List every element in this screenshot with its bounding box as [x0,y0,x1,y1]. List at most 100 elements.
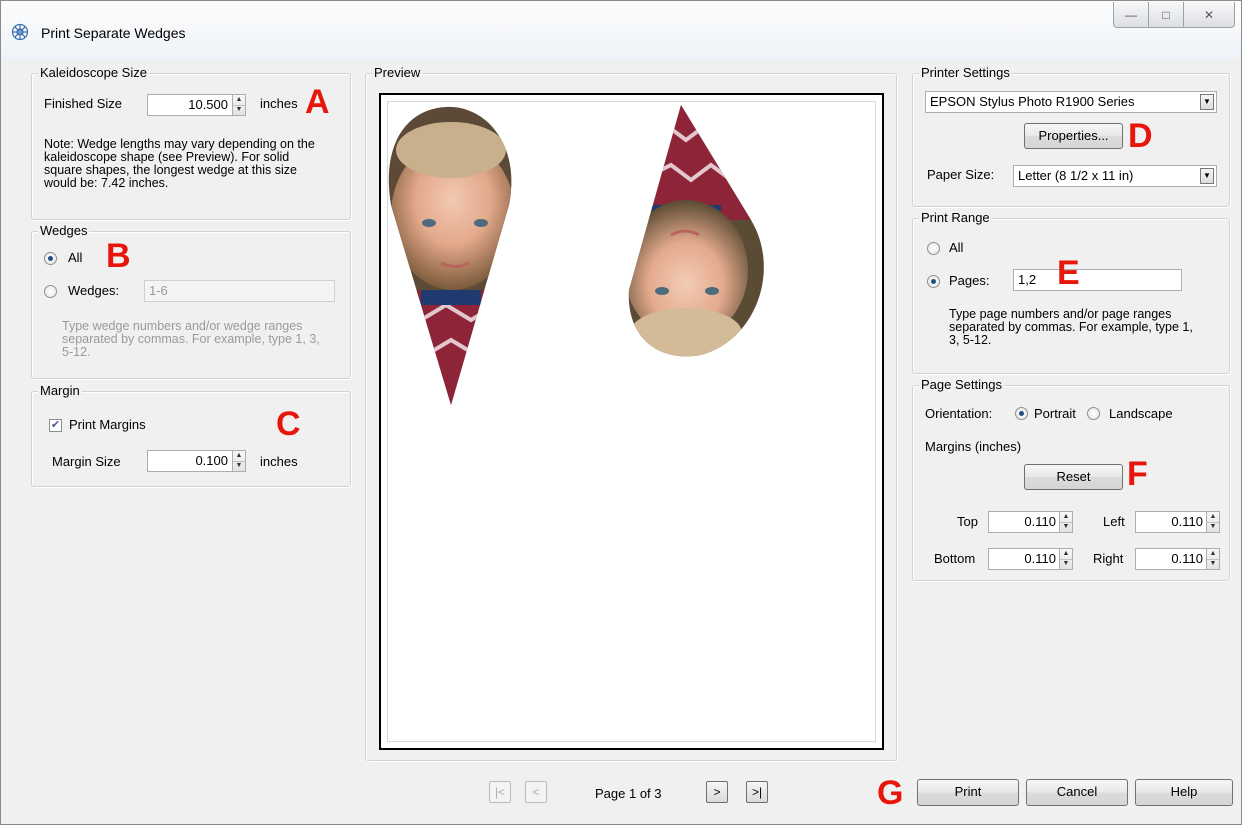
finished-size-input[interactable]: 10.500 [147,94,233,116]
wedges-all-label[interactable]: All [68,250,82,265]
last-page-button[interactable]: >| [746,781,768,803]
previous-page-button[interactable]: < [525,781,547,803]
margin-size-input[interactable]: 0.100 [147,450,233,472]
margin-group: Margin ✔ Print Margins Margin Size 0.100… [31,383,351,487]
next-page-button[interactable]: > [706,781,728,803]
print-margins-label[interactable]: Print Margins [69,417,146,432]
paper-size-label: Paper Size: [927,167,995,182]
print-range-legend: Print Range [919,210,992,225]
page-indicator: Page 1 of 3 [595,786,662,801]
title-bar: Print Separate Wedges — □ ✕ [1,1,1241,61]
stepper-down-icon[interactable]: ▼ [233,105,245,115]
right-margin-label: Right [1093,551,1124,566]
close-button[interactable]: ✕ [1183,2,1235,28]
printer-settings-group: Printer Settings EPSON Stylus Photo R190… [912,65,1230,207]
annotation-letter-g: G [877,774,904,812]
wedge-photos-preview [388,105,764,405]
preview-group: Preview [365,65,897,761]
print-button[interactable]: Print [917,779,1019,806]
maximize-button[interactable]: □ [1148,2,1184,28]
annotation-letter-f: F [1127,455,1148,493]
right-margin-stepper[interactable]: ▲ ▼ [1206,548,1220,570]
first-page-icon: |< [494,785,506,799]
margin-size-stepper[interactable]: ▲ ▼ [232,450,246,472]
wedge-length-note: Note: Wedge lengths may vary depending o… [44,137,315,190]
wedges-group: Wedges All Wedges: 1-6 Type wedge number… [31,223,351,379]
annotation-letter-c: C [276,405,301,443]
margins-inches-label: Margins (inches) [925,439,1022,454]
top-margin-input[interactable]: 0.110 [988,511,1061,533]
wedges-custom-radio[interactable] [44,285,57,298]
preview-legend: Preview [372,65,423,80]
minimize-icon: — [1125,7,1137,22]
print-range-pages-radio[interactable] [927,275,940,288]
margin-size-label: Margin Size [52,454,121,469]
top-margin-stepper[interactable]: ▲ ▼ [1059,511,1073,533]
previous-page-icon: < [532,785,540,799]
help-button[interactable]: Help [1135,779,1233,806]
annotation-letter-e: E [1057,254,1080,292]
window-controls: — □ ✕ [1113,2,1235,28]
kaleidoscope-size-group: Kaleidoscope Size Finished Size 10.500 ▲… [31,65,351,220]
last-page-icon: >| [751,785,763,799]
wedges-all-radio[interactable] [44,252,57,265]
pages-input[interactable]: 1,2 [1013,269,1182,291]
portrait-radio[interactable] [1015,407,1028,420]
chevron-down-icon[interactable]: ▼ [1200,94,1214,110]
stepper-down-icon[interactable]: ▼ [1060,522,1072,532]
bottom-margin-input[interactable]: 0.110 [988,548,1061,570]
wedges-hint: Type wedge numbers and/or wedge ranges s… [62,319,320,359]
kaleidoscope-size-legend: Kaleidoscope Size [38,65,149,80]
stepper-down-icon[interactable]: ▼ [1060,559,1072,569]
maximize-icon: □ [1162,7,1170,22]
stepper-down-icon[interactable]: ▼ [1207,522,1219,532]
wedges-range-input[interactable]: 1-6 [144,280,335,302]
wedges-legend: Wedges [38,223,90,238]
paper-size-value: Letter (8 1/2 x 11 in) [1018,168,1134,183]
print-range-all-label[interactable]: All [949,240,963,255]
portrait-label[interactable]: Portrait [1034,406,1076,421]
printer-settings-legend: Printer Settings [919,65,1012,80]
page-settings-legend: Page Settings [919,377,1004,392]
next-page-icon: > [713,785,721,799]
print-separate-wedges-window: Print Separate Wedges — □ ✕ Kaleidoscope… [0,0,1242,825]
print-range-pages-label[interactable]: Pages: [949,273,989,288]
margin-legend: Margin [38,383,82,398]
landscape-label[interactable]: Landscape [1109,406,1173,421]
properties-button[interactable]: Properties... [1024,123,1123,149]
close-icon: ✕ [1203,7,1215,22]
kaleidoscope-app-icon [11,23,29,41]
print-margins-checkbox[interactable]: ✔ [49,419,62,432]
preview-page [379,93,884,750]
print-range-group: Print Range All Pages: 1,2 Type page num… [912,210,1230,374]
chevron-down-icon[interactable]: ▼ [1200,168,1214,184]
reset-margins-button[interactable]: Reset [1024,464,1123,490]
margin-size-unit: inches [260,454,298,469]
minimize-button[interactable]: — [1113,2,1149,28]
dialog-content: Kaleidoscope Size Finished Size 10.500 ▲… [1,61,1241,824]
stepper-down-icon[interactable]: ▼ [1207,559,1219,569]
cancel-button[interactable]: Cancel [1026,779,1128,806]
print-range-all-radio[interactable] [927,242,940,255]
printer-select[interactable]: EPSON Stylus Photo R1900 Series ▼ [925,91,1217,113]
annotation-letter-d: D [1128,117,1153,155]
finished-size-unit: inches [260,96,298,111]
wedges-custom-label[interactable]: Wedges: [68,283,119,298]
printer-select-value: EPSON Stylus Photo R1900 Series [930,94,1135,109]
finished-size-stepper[interactable]: ▲ ▼ [232,94,246,116]
left-margin-label: Left [1103,514,1125,529]
landscape-radio[interactable] [1087,407,1100,420]
page-settings-group: Page Settings Orientation: Portrait Land… [912,377,1230,581]
finished-size-label: Finished Size [44,96,123,111]
bottom-margin-label: Bottom [934,551,976,566]
annotation-letter-b: B [106,237,131,275]
left-margin-input[interactable]: 0.110 [1135,511,1208,533]
print-range-hint: Type page numbers and/or page ranges sep… [949,307,1193,347]
stepper-down-icon[interactable]: ▼ [233,461,245,471]
first-page-button[interactable]: |< [489,781,511,803]
right-margin-input[interactable]: 0.110 [1135,548,1208,570]
left-margin-stepper[interactable]: ▲ ▼ [1206,511,1220,533]
bottom-margin-stepper[interactable]: ▲ ▼ [1059,548,1073,570]
paper-size-select[interactable]: Letter (8 1/2 x 11 in) ▼ [1013,165,1217,187]
top-margin-label: Top [957,514,978,529]
